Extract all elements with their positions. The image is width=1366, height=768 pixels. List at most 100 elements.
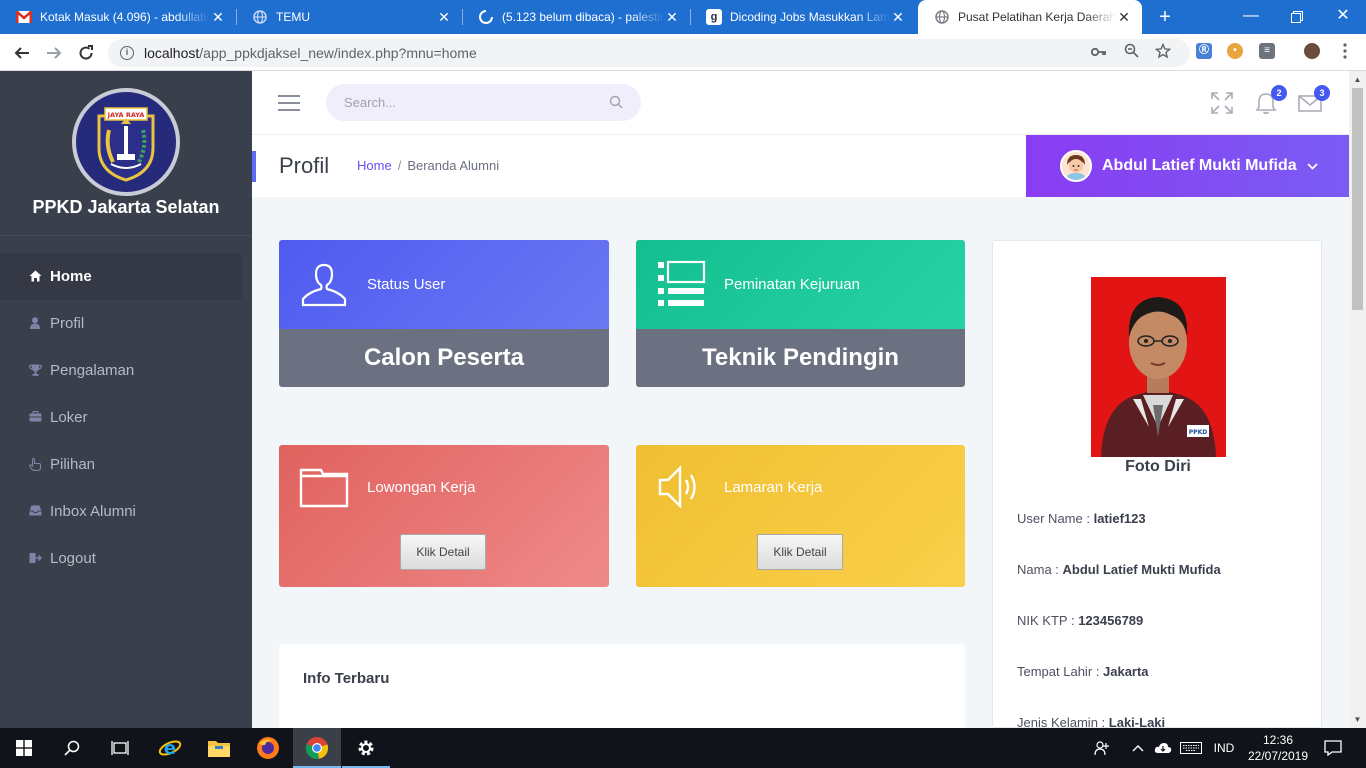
sidebar-item-label: Pilihan <box>50 456 96 473</box>
forward-icon[interactable] <box>42 41 66 65</box>
new-tab-button[interactable]: + <box>1154 4 1176 30</box>
sidebar-item-home[interactable]: Home <box>0 253 242 300</box>
extension-icon[interactable]: ≡ <box>1259 43 1275 59</box>
keyboard-icon[interactable] <box>1178 728 1204 768</box>
search-icon[interactable] <box>609 95 623 109</box>
chrome-icon[interactable] <box>293 728 341 768</box>
key-icon[interactable] <box>1090 43 1108 61</box>
top-header: Search... 2 3 <box>252 71 1349 135</box>
card-header: Lamaran Kerja <box>636 445 965 529</box>
sidebar-item-inbox-alumni[interactable]: Inbox Alumni <box>0 488 252 535</box>
zoom-icon[interactable] <box>1122 43 1140 61</box>
scroll-down-icon[interactable]: ▼ <box>1349 711 1366 728</box>
lamaran-kerja-card: Lamaran Kerja Klik Detail <box>636 445 965 587</box>
logo-text: JAYA RAYA <box>107 111 145 119</box>
tab-title: (5.123 belum dibaca) - palestina <box>502 10 664 24</box>
show-hidden-icons-icon[interactable] <box>1128 728 1148 768</box>
lamaran-detail-button[interactable]: Klik Detail <box>757 534 843 570</box>
minimize-icon[interactable]: — <box>1228 0 1274 34</box>
sidebar-item-label: Logout <box>50 550 96 567</box>
sidebar-item-loker[interactable]: Loker <box>0 394 252 441</box>
envelope-icon[interactable]: 3 <box>1298 85 1330 115</box>
title-accent <box>252 151 256 182</box>
hamburger-menu-icon[interactable] <box>278 95 300 111</box>
restore-icon[interactable] <box>1274 0 1320 34</box>
tab-title: Pusat Pelatihan Kerja Daerah Jakarta <box>958 10 1116 24</box>
browser-tab[interactable]: TEMU ✕ <box>236 0 462 34</box>
avatar <box>1060 150 1092 182</box>
browser-tab-strip: Kotak Masuk (4.096) - abdullatief ✕ TEMU… <box>0 0 1366 34</box>
breadcrumb-separator: / <box>397 158 402 173</box>
scroll-up-icon[interactable]: ▲ <box>1349 71 1366 88</box>
url-bar[interactable]: i localhost/app_ppkdjaksel_new/index.php… <box>108 39 1190 67</box>
cookie-extension-icon[interactable]: • <box>1227 43 1243 59</box>
search-placeholder: Search... <box>344 95 397 110</box>
status-user-card: Status User Calon Peserta <box>279 240 609 387</box>
loading-icon <box>478 9 494 25</box>
breadcrumb-home[interactable]: Home <box>357 158 392 173</box>
dicoding-icon: g <box>706 9 722 25</box>
sidebar-item-label: Loker <box>50 409 88 426</box>
lowongan-kerja-card: Lowongan Kerja Klik Detail <box>279 445 609 587</box>
system-clock[interactable]: 12:36 22/07/2019 <box>1244 732 1312 764</box>
profile-avatar-icon[interactable] <box>1304 43 1320 59</box>
search-input[interactable]: Search... <box>326 84 641 121</box>
url-path: /app_ppkdjaksel_new/index.php?mnu=home <box>199 45 477 61</box>
task-view-icon[interactable] <box>96 728 144 768</box>
browser-tab[interactable]: (5.123 belum dibaca) - palestina ✕ <box>462 0 690 34</box>
windows-taskbar: e IND 12:36 22/07/2019 <box>0 728 1366 768</box>
photo-badge-text: PPKD <box>1189 429 1207 436</box>
close-window-icon[interactable]: ✕ <box>1320 0 1366 34</box>
brand-title: PPKD Jakarta Selatan <box>32 197 220 217</box>
internet-explorer-icon[interactable]: e <box>146 728 194 768</box>
globe-icon <box>934 9 950 25</box>
page-scrollbar[interactable]: ▲ ▼ <box>1349 71 1366 728</box>
card-header: Status User <box>279 240 609 329</box>
site-info-icon[interactable]: i <box>120 46 134 60</box>
breadcrumb: Home / Beranda Alumni <box>357 158 499 173</box>
tab-close-icon[interactable]: ✕ <box>210 9 226 26</box>
server-icon <box>656 260 706 310</box>
profile-card: PPKD Foto Diri User Name : latief123 Nam… <box>992 240 1322 728</box>
notification-bell-icon[interactable]: 2 <box>1255 85 1287 115</box>
tab-close-icon[interactable]: ✕ <box>664 9 680 26</box>
action-center-icon[interactable] <box>1318 728 1348 768</box>
sidebar-item-label: Profil <box>50 315 85 332</box>
tab-close-icon[interactable]: ✕ <box>1116 9 1132 26</box>
card-label: Lowongan Kerja <box>367 478 476 496</box>
bookmark-star-icon[interactable] <box>1154 42 1172 61</box>
tab-close-icon[interactable]: ✕ <box>890 9 906 26</box>
search-icon[interactable] <box>48 728 96 768</box>
back-icon[interactable] <box>10 41 34 65</box>
lowongan-detail-button[interactable]: Klik Detail <box>400 534 486 570</box>
sidebar-item-pengalaman[interactable]: Pengalaman <box>0 347 252 394</box>
language-indicator[interactable]: IND <box>1208 728 1240 768</box>
user-dropdown[interactable]: Abdul Latief Mukti Mufida <box>1026 135 1349 197</box>
firefox-icon[interactable] <box>244 728 292 768</box>
user-outline-icon <box>299 260 349 310</box>
browser-tab[interactable]: g Dicoding Jobs Masukkan Lamaran ✕ <box>690 0 916 34</box>
clock-date: 22/07/2019 <box>1247 749 1309 763</box>
onedrive-cloud-icon[interactable] <box>1152 728 1174 768</box>
sidebar-item-label: Pengalaman <box>50 362 135 379</box>
sidebar-item-pilihan[interactable]: Pilihan <box>0 441 252 488</box>
sidebar-item-logout[interactable]: Logout <box>0 535 252 582</box>
people-icon[interactable] <box>1090 728 1114 768</box>
chrome-menu-icon[interactable] <box>1336 43 1354 61</box>
windows-start-icon[interactable] <box>0 728 48 768</box>
scroll-thumb[interactable] <box>1352 88 1363 310</box>
extension-icon[interactable]: Ⓡ <box>1196 43 1212 59</box>
settings-gear-icon[interactable] <box>342 728 390 768</box>
tab-close-icon[interactable]: ✕ <box>436 9 452 26</box>
tab-title: Kotak Masuk (4.096) - abdullatief <box>40 10 210 24</box>
sidebar-item-profil[interactable]: Profil <box>0 300 252 347</box>
card-label: Status User <box>367 276 446 293</box>
fullscreen-icon[interactable] <box>1210 91 1234 115</box>
file-explorer-icon[interactable] <box>195 728 243 768</box>
jakarta-logo[interactable]: JAYA RAYA <box>72 88 180 196</box>
browser-tab[interactable]: Kotak Masuk (4.096) - abdullatief ✕ <box>0 0 236 34</box>
browser-tab-active[interactable]: Pusat Pelatihan Kerja Daerah Jakarta ✕ <box>918 0 1142 34</box>
reload-icon[interactable] <box>74 41 98 65</box>
speaker-icon <box>656 462 706 512</box>
card-label: Peminatan Kejuruan <box>724 276 860 293</box>
